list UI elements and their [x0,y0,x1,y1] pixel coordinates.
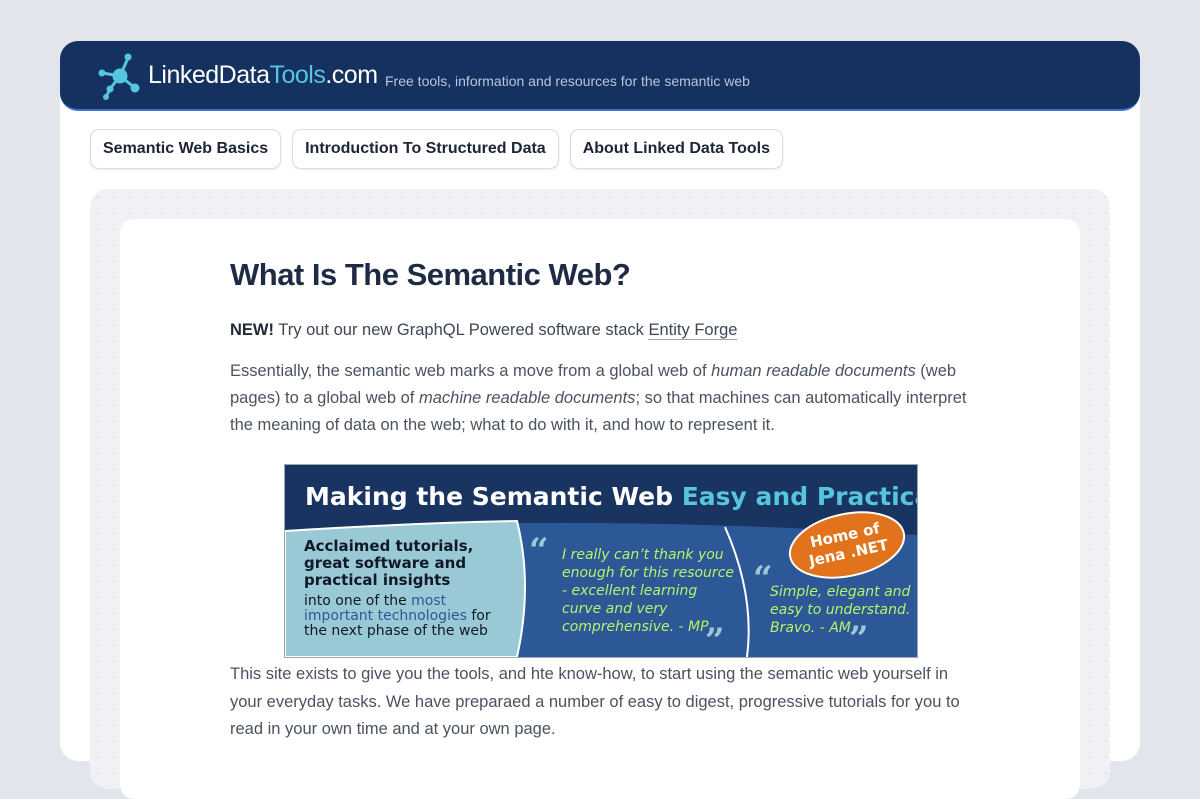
intro-text-1: Essentially, the semantic web marks a mo… [230,362,712,380]
page-container: LinkedDataTools.com Free tools, informat… [60,41,1140,799]
quote-open-icon-1: “ [529,531,549,571]
banner-title: Making the Semantic Web Easy and Practic… [305,482,917,511]
site-logo[interactable]: LinkedDataTools.com [98,49,378,101]
article-body: What Is The Semantic Web? NEW! Try out o… [230,257,970,738]
new-announcement-text: Try out our new GraphQL Powered software… [274,321,649,339]
new-badge: NEW! [230,321,274,339]
promo-banner[interactable]: Making the Semantic Web Easy and Practic… [284,464,918,658]
intro-emphasis-1: human readable documents [711,362,916,380]
entity-forge-link[interactable]: Entity Forge [648,321,738,340]
nav-about-linked-data-tools[interactable]: About Linked Data Tools [569,129,783,169]
site-tagline: Free tools, information and resources fo… [385,73,750,89]
site-header: LinkedDataTools.com Free tools, informat… [60,41,1140,111]
logo-part-tools: Tools [269,60,326,89]
logo-wordmark: LinkedDataTools.com [148,61,378,90]
quote-close-icon-2: ” [849,619,869,657]
nav-introduction-to-structured-data[interactable]: Introduction To Structured Data [292,129,559,169]
promo-banner-graphic: Making the Semantic Web Easy and Practic… [285,465,917,657]
main-nav: Semantic Web Basics Introduction To Stru… [90,129,783,169]
body-paragraph: This site exists to give you the tools, … [230,665,960,738]
content-frame: What Is The Semantic Web? NEW! Try out o… [90,189,1110,799]
intro-emphasis-2: machine readable documents [418,389,636,407]
nav-semantic-web-basics[interactable]: Semantic Web Basics [90,129,282,169]
logo-part-linkeddata: LinkedData [148,60,270,89]
new-announcement: NEW! Try out our new GraphQL Powered sof… [230,321,970,340]
article-card: What Is The Semantic Web? NEW! Try out o… [120,219,1080,799]
page-title: What Is The Semantic Web? [230,257,631,292]
intro-paragraph: Essentially, the semantic web marks a mo… [230,358,970,439]
logo-part-dotcom: .com [325,60,378,89]
molecule-logo-icon [98,53,140,100]
quote-close-icon-1: ” [705,621,725,657]
